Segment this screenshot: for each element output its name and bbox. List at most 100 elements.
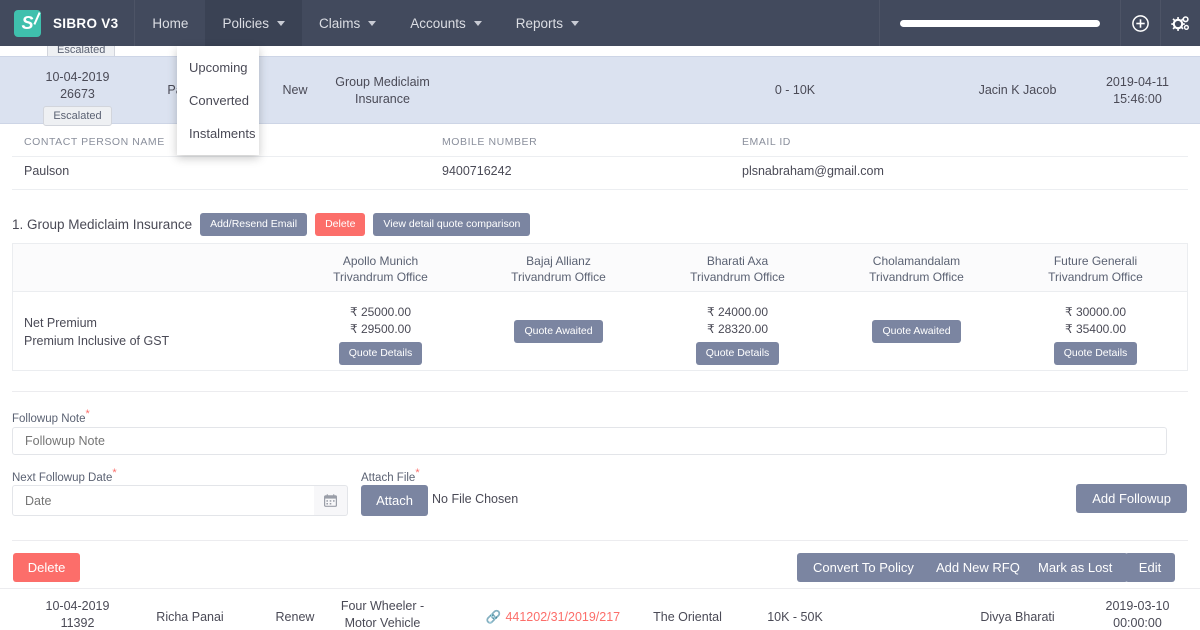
add-resend-email-button[interactable]: Add/Resend Email: [200, 213, 308, 236]
nav-item-policies[interactable]: Policies: [205, 0, 302, 46]
gst-premium-value: ₹ 28320.00: [706, 322, 769, 336]
contact-value-name: Paulson: [24, 164, 70, 178]
nav-label-policies: Policies: [222, 15, 269, 31]
next-lead-customer: Richa Panai: [156, 610, 224, 624]
contact-header-email: EMAIL ID: [742, 136, 791, 148]
insurer-office: Trivandrum Office: [511, 270, 606, 284]
quote-table-body: Net Premium Premium Inclusive of GST ₹ 2…: [13, 292, 1187, 370]
quote-details-button[interactable]: Quote Details: [695, 342, 780, 365]
form-divider-top: [12, 391, 1188, 392]
required-asterisk: *: [415, 467, 420, 479]
policies-dropdown-menu: Upcoming Converted Instalments: [177, 46, 259, 155]
nav-item-accounts[interactable]: Accounts: [393, 0, 499, 46]
quote-section-title: 1. Group Mediclaim Insurance: [12, 216, 193, 232]
quote-cell-apollo-munich: ₹ 25000.00 ₹ 29500.00 Quote Details: [293, 304, 468, 365]
next-lead-policy-number[interactable]: 🔗 441202/31/2019/217: [468, 609, 638, 626]
next-lead-product: Four Wheeler - Motor Vehicle: [340, 599, 425, 630]
nav-label-accounts: Accounts: [410, 15, 466, 31]
dropdown-item-converted[interactable]: Converted: [177, 84, 259, 117]
next-followup-date-input[interactable]: [12, 485, 326, 516]
label-premium-inclusive-gst: Premium Inclusive of GST: [24, 334, 170, 348]
link-icon: 🔗: [485, 610, 502, 624]
next-followup-date-label: Next Followup Date*: [12, 467, 117, 484]
quote-details-button[interactable]: Quote Details: [1053, 342, 1138, 365]
quote-awaited-button[interactable]: Quote Awaited: [514, 320, 603, 343]
lead-date-id-cell: 10-04-2019 26673 Escalated: [20, 69, 135, 126]
quote-awaited-button[interactable]: Quote Awaited: [872, 320, 961, 343]
followup-note-label-text: Followup Note: [12, 412, 86, 425]
next-lead-date: 10-04-2019: [45, 599, 110, 613]
nav-label-reports: Reports: [515, 15, 564, 31]
edit-button[interactable]: Edit: [1125, 553, 1175, 582]
gst-premium-value: ₹ 29500.00: [349, 322, 412, 336]
chevron-down-icon: [368, 20, 377, 26]
label-net-premium: Net Premium: [24, 316, 97, 330]
dropdown-item-instalments[interactable]: Instalments: [177, 117, 259, 150]
brand-logo[interactable]: S SIBRO V3: [0, 0, 136, 46]
policy-number-text: 441202/31/2019/217: [505, 610, 621, 624]
brand-title: SIBRO V3: [53, 15, 119, 31]
quote-comparison-table: Apollo Munich Trivandrum Office Bajaj Al…: [12, 243, 1188, 371]
next-lead-timestamp-time: 00:00:00: [1113, 616, 1162, 630]
net-premium-value: ₹ 24000.00: [706, 305, 769, 319]
chevron-down-icon: [571, 20, 580, 26]
add-new-rfq-button[interactable]: Add New RFQ: [920, 553, 1036, 582]
next-lead-row[interactable]: 10-04-2019 11392 Richa Panai Renew Four …: [0, 588, 1200, 630]
followup-note-input[interactable]: [12, 427, 1167, 455]
followup-note-label: Followup Note*: [12, 408, 90, 425]
top-navbar: S SIBRO V3 Home Policies Claims Accounts: [0, 0, 1200, 46]
dropdown-item-upcoming[interactable]: Upcoming: [177, 51, 259, 84]
calendar-picker-button[interactable]: [314, 485, 348, 516]
next-lead-type: Renew: [275, 610, 315, 624]
plus-circle-icon: [1132, 14, 1149, 32]
insurer-office: Trivandrum Office: [1048, 270, 1143, 284]
form-divider-bottom: [12, 540, 1188, 541]
delete-quote-button[interactable]: Delete: [315, 213, 366, 236]
nav-items: Home Policies Claims Accounts Reports: [135, 0, 596, 46]
nav-item-claims[interactable]: Claims: [302, 0, 393, 46]
next-followup-date-label-text: Next Followup Date: [12, 471, 113, 484]
nav-label-home: Home: [152, 15, 189, 31]
insurer-header-apollo-munich: Apollo Munich Trivandrum Office: [293, 253, 468, 285]
contact-header-mobile: MOBILE NUMBER: [442, 136, 538, 148]
settings-button[interactable]: [1160, 0, 1200, 46]
insurer-name: Bharati Axa: [706, 254, 769, 268]
quote-table-header-row: Apollo Munich Trivandrum Office Bajaj Al…: [13, 244, 1187, 292]
attach-file-label: Attach File*: [361, 467, 420, 484]
lead-product: Group Mediclaim Insurance: [335, 75, 430, 106]
attach-file-button[interactable]: Attach: [361, 485, 428, 516]
next-lead-assigned-to: Divya Bharati: [980, 610, 1055, 624]
delete-lead-button[interactable]: Delete: [13, 553, 80, 582]
next-lead-timestamp-date: 2019-03-10: [1105, 599, 1170, 613]
app-root: S SIBRO V3 Home Policies Claims Accounts: [0, 0, 1200, 630]
chevron-down-icon: [473, 20, 482, 26]
nav-item-home[interactable]: Home: [135, 0, 205, 46]
file-status-text: No File Chosen: [432, 492, 519, 506]
nav-item-reports[interactable]: Reports: [499, 0, 596, 46]
insurer-office: Trivandrum Office: [333, 270, 428, 284]
insurer-header-bharati-axa: Bharati Axa Trivandrum Office: [650, 253, 825, 285]
lead-status-badge: Escalated: [43, 106, 112, 126]
lead-assigned-to: Jacin K Jacob: [978, 83, 1057, 97]
view-detail-quote-comparison-button[interactable]: View detail quote comparison: [373, 213, 531, 236]
next-lead-premium-range: 10K - 50K: [767, 610, 823, 624]
add-new-button[interactable]: [1120, 0, 1160, 46]
contact-value-mobile: 9400716242: [442, 164, 512, 178]
search-input[interactable]: [900, 19, 1100, 27]
add-followup-button[interactable]: Add Followup: [1076, 484, 1187, 513]
mark-as-lost-button[interactable]: Mark as Lost: [1022, 553, 1129, 582]
contact-table-row: Paulson 9400716242 plsnabraham@gmail.com: [12, 157, 1188, 190]
navbar-right: [879, 0, 1200, 46]
quote-row-labels: Net Premium Premium Inclusive of GST: [24, 314, 169, 350]
net-premium-value: ₹ 30000.00: [1064, 305, 1127, 319]
required-asterisk: *: [112, 467, 117, 479]
nav-label-claims: Claims: [318, 15, 361, 31]
insurer-name: Apollo Munich: [342, 254, 419, 268]
convert-to-policy-button[interactable]: Convert To Policy: [797, 553, 930, 582]
insurer-name: Cholamandalam: [872, 254, 961, 268]
lead-timestamp-time: 15:46:00: [1113, 92, 1162, 106]
lead-timestamp: 2019-04-11 15:46:00: [1085, 74, 1190, 108]
next-lead-insurer: The Oriental: [653, 610, 722, 624]
lead-type: New: [282, 83, 308, 97]
quote-details-button[interactable]: Quote Details: [338, 342, 423, 365]
